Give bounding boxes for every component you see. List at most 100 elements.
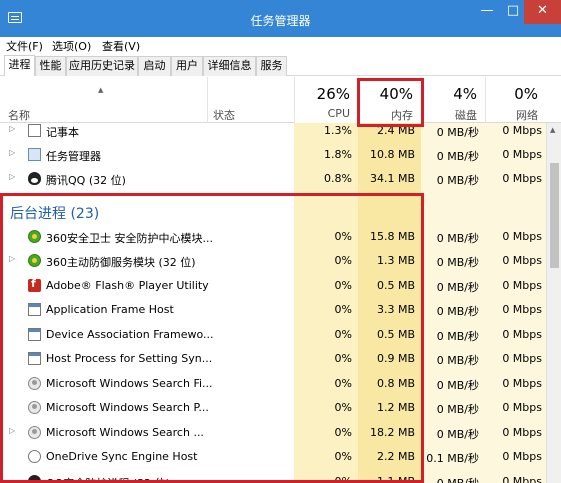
process-name: Microsoft Windows Search Fi... [46, 377, 213, 390]
process-memory: 2.4 MB [376, 124, 415, 137]
process-row[interactable]: QQ安全防护进程 (32 位) 0% 1.1 MB 0 MB/秒 0 Mbps [0, 470, 546, 483]
process-name: 360主动防御服务模块 (32 位) [46, 256, 196, 269]
process-disk: 0 MB/秒 [436, 305, 479, 318]
maximize-button[interactable]: □ [500, 0, 526, 24]
process-memory: 0.9 MB [376, 352, 415, 365]
process-row[interactable]: 360安全卫士 安全防护中心模块... 0% 15.8 MB 0 MB/秒 0 … [0, 225, 546, 249]
process-network: 0 Mbps [502, 401, 542, 414]
cloud-icon [28, 450, 41, 463]
process-row[interactable]: Microsoft Windows Search P... 0% 1.2 MB … [0, 396, 546, 420]
process-memory: 34.1 MB [369, 172, 415, 185]
column-header-network[interactable]: 0% 网络 [485, 77, 546, 123]
process-memory: 15.8 MB [369, 230, 415, 243]
process-network: 0 Mbps [502, 124, 542, 137]
process-cpu: 0% [334, 450, 352, 463]
process-name: Adobe® Flash® Player Utility [46, 279, 209, 292]
process-row[interactable]: ▷ 任务管理器 1.8% 10.8 MB 0 MB/秒 0 Mbps [0, 143, 546, 167]
process-row[interactable]: OneDrive Sync Engine Host 0% 2.2 MB 0.1 … [0, 445, 546, 469]
process-name: 腾讯QQ (32 位) [46, 174, 126, 187]
window-icon [28, 352, 41, 365]
window-icon [28, 328, 41, 341]
tab-strip: 进程 性能 应用历史记录 启动 用户 详细信息 服务 [0, 54, 561, 76]
process-network: 0 Mbps [502, 328, 542, 341]
memory-usage-percent: 40% [379, 85, 413, 103]
process-name: Microsoft Windows Search P... [46, 401, 209, 414]
tab-startup[interactable]: 启动 [138, 56, 171, 76]
process-name: 记事本 [46, 126, 79, 139]
process-row[interactable]: Device Association Framewo... 0% 0.5 MB … [0, 323, 546, 347]
process-cpu: 0% [334, 401, 352, 414]
process-cpu: 0% [334, 426, 352, 439]
process-cpu: 0% [334, 328, 352, 341]
process-disk: 0.1 MB/秒 [426, 452, 479, 465]
process-row[interactable]: Host Process for Setting Syn... 0% 0.9 M… [0, 347, 546, 371]
process-memory: 0.5 MB [376, 279, 415, 292]
scroll-up-arrow-icon[interactable]: ▲ [550, 126, 555, 134]
process-disk: 0 MB/秒 [436, 379, 479, 392]
window-icon [28, 303, 41, 316]
process-memory: 10.8 MB [369, 148, 415, 161]
tab-processes[interactable]: 进程 [4, 55, 35, 76]
process-memory: 3.3 MB [376, 303, 415, 316]
process-row[interactable]: ▷ 记事本 1.3% 2.4 MB 0 MB/秒 0 Mbps [0, 123, 546, 143]
process-cpu: 0% [334, 230, 352, 243]
tab-app-history[interactable]: 应用历史记录 [66, 56, 138, 76]
network-label: 网络 [516, 109, 538, 122]
disk-label: 磁盘 [455, 109, 477, 122]
process-row[interactable]: ▷ Microsoft Windows Search ... 0% 18.2 M… [0, 421, 546, 445]
process-cpu: 1.3% [324, 124, 352, 137]
process-name: Microsoft Windows Search ... [46, 426, 204, 439]
process-disk: 0 MB/秒 [421, 475, 479, 483]
process-row[interactable]: ▷ 360主动防御服务模块 (32 位) 0% 1.3 MB 0 MB/秒 0 … [0, 249, 546, 273]
title-bar: 任务管理器 — □ ✕ [0, 0, 561, 37]
tab-performance[interactable]: 性能 [35, 56, 66, 76]
process-memory: 0.8 MB [376, 377, 415, 390]
column-header-memory[interactable]: 40% 内存 [358, 77, 421, 123]
process-network: 0 Mbps [502, 230, 542, 243]
process-network: 0 Mbps [502, 352, 542, 365]
process-name: Device Association Framewo... [46, 328, 214, 341]
menu-file[interactable]: 文件(F) [6, 38, 43, 54]
process-network: 0 Mbps [502, 254, 542, 267]
close-button[interactable]: ✕ [524, 0, 561, 24]
disk-usage-percent: 4% [453, 85, 477, 103]
expand-chevron-icon[interactable]: ▷ [9, 148, 15, 157]
vertical-scrollbar[interactable]: ▲ [546, 123, 561, 483]
column-header-disk[interactable]: 4% 磁盘 [421, 77, 485, 123]
minimize-button[interactable]: — [474, 0, 500, 24]
process-disk: 0 MB/秒 [436, 403, 479, 416]
sort-arrow-icon[interactable]: ▲ [98, 86, 103, 94]
process-memory: 1.2 MB [376, 401, 415, 414]
background-processes-group-header[interactable]: 后台进程 (23) [0, 198, 546, 224]
process-memory: 0.5 MB [376, 328, 415, 341]
process-disk: 0 MB/秒 [436, 232, 479, 245]
process-network: 0 Mbps [502, 303, 542, 316]
expand-chevron-icon[interactable]: ▷ [9, 426, 15, 435]
process-disk: 0 MB/秒 [436, 330, 479, 343]
search-user-icon [28, 377, 41, 390]
column-header-name[interactable]: 名称 [8, 107, 30, 123]
menu-options[interactable]: 选项(O) [52, 38, 91, 54]
column-header-cpu[interactable]: 26% CPU [294, 77, 358, 123]
search-user-icon [28, 401, 41, 414]
process-cpu: 0% [334, 279, 352, 292]
expand-chevron-icon[interactable]: ▷ [9, 124, 15, 133]
column-header-status-cell[interactable]: 状态 [207, 77, 294, 123]
flash-icon [28, 277, 41, 292]
process-row[interactable]: ▷ 腾讯QQ (32 位) 0.8% 34.1 MB 0 MB/秒 0 Mbps [0, 167, 546, 191]
cpu-usage-percent: 26% [316, 85, 350, 103]
process-name: Host Process for Setting Syn... [46, 352, 213, 365]
menu-view[interactable]: 查看(V) [102, 38, 140, 54]
process-list: ▷ 记事本 1.3% 2.4 MB 0 MB/秒 0 Mbps ▷ 任务管理器 … [0, 123, 546, 483]
process-disk: 0 MB/秒 [436, 256, 479, 269]
process-row[interactable]: Adobe® Flash® Player Utility 0% 0.5 MB 0… [0, 274, 546, 298]
process-row[interactable]: Application Frame Host 0% 3.3 MB 0 MB/秒 … [0, 298, 546, 322]
tab-details[interactable]: 详细信息 [203, 56, 256, 76]
expand-chevron-icon[interactable]: ▷ [9, 172, 15, 181]
task-manager-icon [28, 148, 41, 161]
tab-services[interactable]: 服务 [256, 56, 287, 76]
expand-chevron-icon[interactable]: ▷ [9, 254, 15, 263]
process-row[interactable]: Microsoft Windows Search Fi... 0% 0.8 MB… [0, 372, 546, 396]
scrollbar-thumb[interactable] [550, 163, 559, 268]
tab-users[interactable]: 用户 [171, 56, 203, 76]
